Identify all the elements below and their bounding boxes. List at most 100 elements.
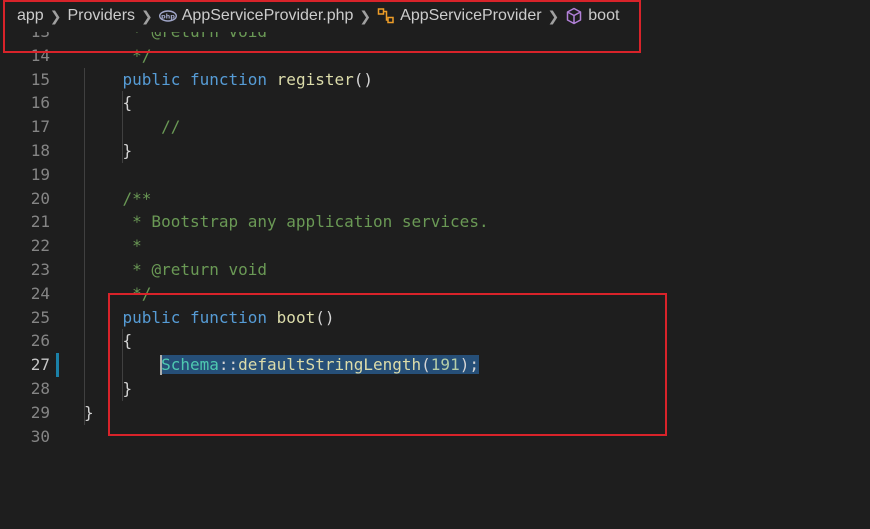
code-text: */ <box>84 282 151 306</box>
code-text: Schema::defaultStringLength(191); <box>84 353 479 377</box>
line-number: 20 <box>30 188 50 208</box>
code-token: */ <box>84 283 152 303</box>
chevron-right-icon: ❯ <box>547 7 560 24</box>
breadcrumb-label: Providers <box>67 7 136 24</box>
breadcrumb-label: AppServiceProvider.php <box>181 7 354 24</box>
breadcrumb: app ❯ Providers ❯ php AppServiceProvider… <box>0 0 870 32</box>
breadcrumb-item-method[interactable]: boot <box>565 7 619 25</box>
code-line[interactable]: 24 */ <box>0 282 870 306</box>
modified-line-indicator <box>56 353 59 378</box>
line-number: 17 <box>30 117 50 137</box>
code-line[interactable]: 19 <box>0 163 870 187</box>
code-text: { <box>84 329 133 353</box>
code-line[interactable]: 27 Schema::defaultStringLength(191); <box>0 353 870 377</box>
code-text: * <box>84 234 142 258</box>
code-token: () <box>353 69 373 89</box>
code-token: void <box>218 260 268 279</box>
line-number: 29 <box>30 402 50 422</box>
code-line[interactable]: 29} <box>0 401 870 425</box>
line-number: 21 <box>30 212 50 232</box>
line-number: 22 <box>30 236 50 256</box>
breadcrumb-item-providers[interactable]: Providers <box>67 7 135 25</box>
code-token: boot <box>276 307 316 327</box>
code-editor[interactable]: 13 * @return void14 */15 public function… <box>0 20 870 529</box>
code-line[interactable]: 14 */ <box>0 44 870 68</box>
line-number: 16 <box>30 93 50 113</box>
code-text: /** <box>84 187 152 211</box>
code-token: * Bootstrap any application services. <box>84 212 489 232</box>
code-token: { <box>84 93 133 113</box>
class-symbol-icon <box>377 7 395 25</box>
line-number: 30 <box>30 426 50 446</box>
line-number: 27 <box>30 355 50 375</box>
line-number: 14 <box>30 45 50 65</box>
code-line[interactable]: 17 // <box>0 115 870 139</box>
code-token: defaultStringLength <box>238 355 422 375</box>
line-number: 19 <box>30 164 50 184</box>
line-number: 18 <box>30 141 50 160</box>
code-line[interactable]: 26 { <box>0 329 870 353</box>
breadcrumb-label: boot <box>588 7 620 24</box>
code-line[interactable]: 25 public function boot() <box>0 306 870 330</box>
breadcrumb-item-file[interactable]: php AppServiceProvider.php <box>158 7 354 25</box>
code-token: () <box>315 307 335 327</box>
code-text: * @return void <box>84 258 267 282</box>
code-token: function <box>189 69 268 89</box>
code-token: } <box>84 141 133 160</box>
code-token: 191 <box>430 355 460 375</box>
chevron-right-icon: ❯ <box>141 7 153 24</box>
code-line[interactable]: 15 public function register() <box>0 68 870 92</box>
code-line[interactable]: 22 * <box>0 234 870 258</box>
line-number: 23 <box>30 260 50 279</box>
code-line[interactable]: 20 /** <box>0 187 870 211</box>
code-line[interactable]: 21 * Bootstrap any application services. <box>0 210 870 234</box>
code-token: } <box>84 402 94 422</box>
line-number: 25 <box>30 307 50 327</box>
code-token: ); <box>459 355 479 375</box>
code-line[interactable]: 16 { <box>0 91 870 115</box>
code-token: @return <box>151 260 219 279</box>
php-file-icon: php <box>158 7 177 25</box>
code-token: * <box>84 260 152 279</box>
breadcrumb-item-app[interactable]: app <box>17 7 44 25</box>
code-text: public function register() <box>84 68 373 92</box>
code-text: // <box>84 115 180 139</box>
code-text: } <box>84 139 133 163</box>
code-text: { <box>84 91 133 115</box>
code-token: // <box>84 117 181 137</box>
code-text: } <box>84 401 94 425</box>
code-token: { <box>84 331 133 351</box>
code-token: ( <box>421 355 431 375</box>
code-text: public function boot() <box>84 306 335 330</box>
code-token: /** <box>84 188 152 208</box>
code-text: * Bootstrap any application services. <box>84 210 489 234</box>
line-number: 24 <box>30 283 50 303</box>
code-text: */ <box>84 44 151 68</box>
code-line[interactable]: 23 * @return void <box>0 258 870 282</box>
breadcrumb-label: app <box>17 7 44 24</box>
method-cube-icon <box>565 7 583 25</box>
chevron-right-icon: ❯ <box>359 7 372 24</box>
code-token: public <box>122 307 181 327</box>
code-line[interactable]: 30 <box>0 425 870 449</box>
code-token: public <box>122 69 181 89</box>
code-token: :: <box>218 355 239 375</box>
chevron-right-icon: ❯ <box>49 7 62 24</box>
code-token: register <box>276 69 354 89</box>
line-number: 26 <box>30 331 50 351</box>
breadcrumb-label: AppServiceProvider <box>400 7 542 24</box>
breadcrumb-item-class[interactable]: AppServiceProvider <box>377 7 542 25</box>
code-token: function <box>189 307 268 327</box>
code-token: * <box>84 236 142 256</box>
code-token: Schema <box>161 355 219 375</box>
code-line[interactable]: 28 } <box>0 377 870 401</box>
code-line[interactable]: 18 } <box>0 139 870 163</box>
code-text: } <box>84 377 133 401</box>
